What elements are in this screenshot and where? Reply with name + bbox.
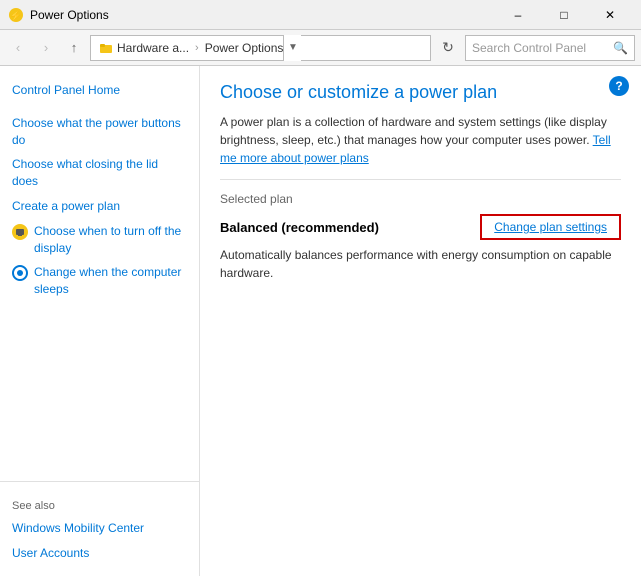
forward-button[interactable]: › [34, 36, 58, 60]
address-bar: ‹ › ↑ Hardware a... › Power Options ▼ ↻ … [0, 30, 641, 66]
divider [220, 179, 621, 180]
title-bar-icon: ⚡ [8, 7, 24, 23]
content-area: ? Choose or customize a power plan A pow… [200, 66, 641, 576]
sidebar-link-create-plan[interactable]: Create a power plan [0, 194, 199, 219]
breadcrumb-sep: › [195, 42, 199, 54]
search-field[interactable]: Search Control Panel 🔍 [465, 35, 635, 61]
content-title: Choose or customize a power plan [220, 82, 621, 103]
up-button[interactable]: ↑ [62, 36, 86, 60]
plan-name: Balanced (recommended) [220, 220, 379, 235]
sidebar-link-power-buttons[interactable]: Choose what the power buttons do [0, 111, 199, 153]
sidebar-see-also-title: See also [0, 492, 199, 516]
selected-plan-label: Selected plan [220, 192, 621, 206]
search-placeholder: Search Control Panel [472, 41, 586, 55]
refresh-button[interactable]: ↻ [435, 35, 461, 61]
address-field[interactable]: Hardware a... › Power Options ▼ [90, 35, 431, 61]
plan-description: Automatically balances performance with … [220, 246, 621, 282]
title-bar-title: Power Options [30, 8, 495, 22]
back-button[interactable]: ‹ [6, 36, 30, 60]
breadcrumb-power-options: Power Options [205, 41, 284, 55]
sidebar-bottom: See also Windows Mobility Center User Ac… [0, 481, 199, 576]
change-plan-button[interactable]: Change plan settings [480, 214, 621, 240]
sidebar-link-computer-sleeps-container: Change when the computer sleeps [0, 260, 199, 302]
title-bar: ⚡ Power Options – □ ✕ [0, 0, 641, 30]
breadcrumb-hardware: Hardware a... [117, 41, 189, 55]
sidebar-icon-computer-sleeps [12, 265, 28, 281]
close-button[interactable]: ✕ [587, 0, 633, 30]
sidebar: Control Panel Home Choose what the power… [0, 66, 200, 576]
title-bar-buttons: – □ ✕ [495, 0, 633, 30]
plan-row: Balanced (recommended) Change plan setti… [220, 214, 621, 240]
help-button[interactable]: ? [609, 76, 629, 96]
content-description: A power plan is a collection of hardware… [220, 113, 621, 167]
sidebar-nav: Control Panel Home Choose what the power… [0, 78, 199, 481]
minimize-button[interactable]: – [495, 0, 541, 30]
sidebar-control-panel-home[interactable]: Control Panel Home [0, 78, 199, 103]
sidebar-icon-turn-off-display [12, 224, 28, 240]
address-dropdown-button[interactable]: ▼ [283, 35, 301, 61]
sidebar-link-turn-off-display-container: Choose when to turn off the display [0, 219, 199, 261]
search-icon: 🔍 [613, 41, 628, 55]
svg-text:⚡: ⚡ [10, 9, 22, 22]
main-container: Control Panel Home Choose what the power… [0, 66, 641, 576]
maximize-button[interactable]: □ [541, 0, 587, 30]
sidebar-link-mobility-center[interactable]: Windows Mobility Center [0, 516, 199, 541]
sidebar-link-user-accounts[interactable]: User Accounts [0, 541, 199, 566]
folder-icon [99, 41, 113, 55]
sidebar-link-turn-off-display[interactable]: Choose when to turn off the display [34, 223, 187, 257]
sidebar-link-closing-lid[interactable]: Choose what closing the lid does [0, 152, 199, 194]
sidebar-link-computer-sleeps[interactable]: Change when the computer sleeps [34, 264, 187, 298]
